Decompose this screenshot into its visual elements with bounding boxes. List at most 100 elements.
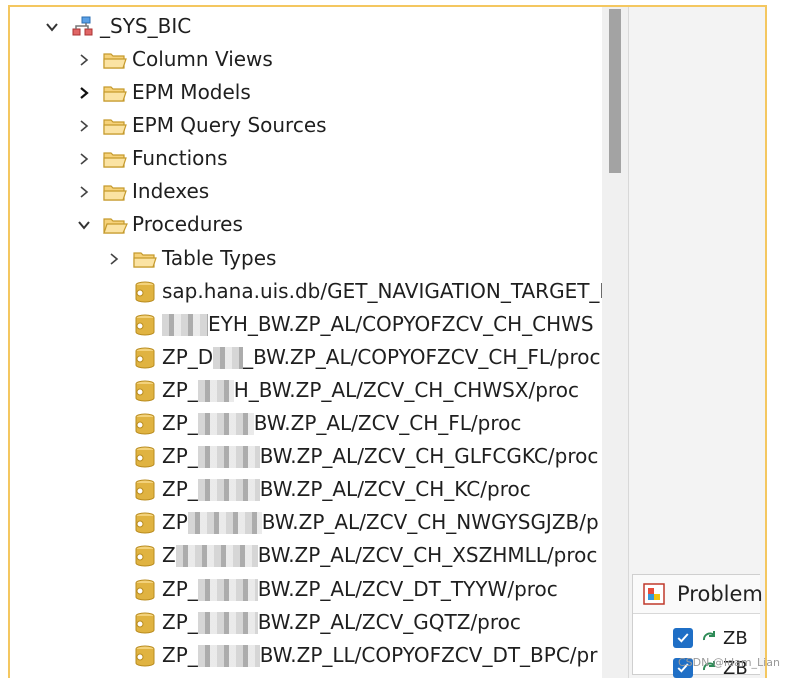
schema-icon: [70, 15, 96, 39]
redacted-text: [197, 478, 260, 501]
refresh-icon: [699, 628, 719, 648]
folder-icon: [102, 147, 128, 171]
redacted-text: [213, 346, 244, 369]
procedure-item[interactable]: ZP_ BW.ZP_AL/ZCV_CH_FL/proc: [132, 407, 521, 440]
procedure-icon: [132, 412, 158, 436]
chevron-right-icon[interactable]: [106, 251, 122, 267]
procedure-item[interactable]: sap.hana.uis.db/GET_NAVIGATION_TARGET_D: [132, 275, 602, 308]
tree-node-label: EPM Query Sources: [132, 113, 327, 137]
procedure-label-prefix: ZP_: [162, 411, 198, 435]
procedure-item[interactable]: ZP BW.ZP_AL/ZCV_CH_NWGYSGJZB/p: [132, 506, 599, 539]
folder-icon: [102, 48, 128, 72]
procedure-icon: [132, 445, 158, 469]
procedure-icon: [132, 346, 158, 370]
chevron-right-icon[interactable]: [76, 151, 92, 167]
procedure-label-prefix: ZP: [162, 510, 188, 534]
chevron-down-icon[interactable]: [76, 217, 92, 233]
procedure-label-suffix: BW.ZP_AL/ZCV_CH_GLFCGKC/proc: [259, 444, 599, 468]
procedure-label-prefix: Z: [162, 543, 176, 567]
procedure-label-suffix: BW.ZP_AL/ZCV_CH_KC/proc: [259, 477, 531, 501]
procedure-item[interactable]: ZP_ BW.ZP_AL/ZCV_CH_GLFCGKC/proc: [132, 440, 598, 473]
procedure-label-suffix: H_BW.ZP_AL/ZCV_CH_CHWSX/proc: [233, 378, 579, 402]
procedure-label-prefix: ZP_: [162, 477, 198, 501]
tree-node-procedures[interactable]: Procedures: [76, 208, 243, 241]
procedure-label-prefix: ZP_: [162, 610, 198, 634]
open-folder-icon: [102, 213, 128, 237]
procedure-label-suffix: BW.ZP_AL/ZCV_CH_FL/proc: [253, 411, 522, 435]
tree-node-epm-models[interactable]: EPM Models: [76, 76, 251, 109]
procedure-label-prefix: ZP_: [162, 643, 198, 667]
tree-node-label: Functions: [132, 146, 228, 170]
procedure-item[interactable]: ZP_D _BW.ZP_AL/COPYOFZCV_CH_FL/proc: [132, 341, 601, 374]
tree-node-root[interactable]: _SYS_BIC: [44, 10, 191, 43]
procedure-label-suffix: BW.ZP_AL/ZCV_CH_XSZHMLL/proc: [257, 543, 598, 567]
folder-icon: [102, 81, 128, 105]
redacted-text: [187, 511, 262, 534]
procedure-item[interactable]: ZP_ BW.ZP_AL/ZCV_GQTZ/proc: [132, 606, 521, 639]
chevron-right-icon[interactable]: [76, 184, 92, 200]
scrollbar-thumb[interactable]: [609, 9, 621, 173]
procedure-icon: [132, 379, 158, 403]
tree-node-label: _SYS_BIC: [100, 14, 192, 38]
procedure-label-suffix: BW.ZP_AL/ZCV_DT_TYYW/proc: [257, 577, 558, 601]
tree-node-column-views[interactable]: Column Views: [76, 43, 273, 76]
tree-node-label: EPM Models: [132, 80, 251, 104]
procedure-label: sap.hana.uis.db/GET_NAVIGATION_TARGET_D: [162, 279, 602, 303]
procedure-label-suffix: BW.ZP_AL/ZCV_GQTZ/proc: [257, 610, 521, 634]
procedure-icon: [132, 644, 158, 668]
procedure-item[interactable]: Z BW.ZP_AL/ZCV_CH_XSZHMLL/proc: [132, 539, 597, 572]
tree-node-epm-query-sources[interactable]: EPM Query Sources: [76, 109, 327, 142]
procedure-label-prefix: ZP_: [162, 444, 198, 468]
procedure-icon: [132, 511, 158, 535]
procedure-label-suffix: BW.ZP_LL/COPYOFZCV_DT_BPC/pr: [259, 643, 598, 667]
procedure-icon: [132, 578, 158, 602]
procedure-label-prefix: ZP_D: [162, 345, 214, 369]
procedure-icon: [132, 280, 158, 304]
procedure-label-suffix: _BW.ZP_AL/COPYOFZCV_CH_FL/proc: [243, 345, 601, 369]
tree-node-label: Indexes: [132, 179, 210, 203]
tree-node-table-types[interactable]: Table Types: [106, 242, 276, 275]
redacted-text: [175, 544, 258, 567]
folder-icon: [102, 180, 128, 204]
redacted-text: [197, 379, 234, 402]
tree-node-label: Procedures: [132, 212, 243, 236]
procedure-item[interactable]: EYH_BW.ZP_AL/COPYOFZCV_CH_CHWS: [132, 308, 594, 341]
problem-label: ZB: [723, 627, 748, 649]
procedure-icon: [132, 544, 158, 568]
chevron-right-icon[interactable]: [76, 118, 92, 134]
procedure-item[interactable]: ZP_ H_BW.ZP_AL/ZCV_CH_CHWSX/proc: [132, 374, 579, 407]
checkbox[interactable]: [673, 628, 693, 648]
chevron-right-icon[interactable]: [76, 52, 92, 68]
tree-node-label: Table Types: [162, 246, 277, 270]
procedure-label-suffix: BW.ZP_AL/ZCV_CH_NWGYSGJZB/p: [261, 510, 599, 534]
procedure-item[interactable]: ZP_ BW.ZP_AL/ZCV_CH_KC/proc: [132, 473, 531, 506]
tree-node-indexes[interactable]: Indexes: [76, 175, 209, 208]
problem-row[interactable]: ZB: [673, 623, 748, 653]
tree-node-label: Column Views: [132, 47, 273, 71]
redacted-text: [197, 445, 260, 468]
problems-icon: [641, 582, 667, 606]
watermark: CSDN @Idam_Lian: [678, 656, 780, 669]
procedure-icon: [132, 313, 158, 337]
procedure-icon: [132, 478, 158, 502]
procedure-label-suffix: EYH_BW.ZP_AL/COPYOFZCV_CH_CHWS: [208, 312, 594, 336]
tree-node-functions[interactable]: Functions: [76, 142, 228, 175]
chevron-right-icon[interactable]: [76, 85, 92, 101]
redacted-text: [197, 412, 254, 435]
tab-problems[interactable]: Problem: [633, 575, 763, 614]
chevron-down-icon[interactable]: [44, 19, 60, 35]
catalog-tree: _SYS_BIC Column Views EPM Models EPM Que…: [10, 7, 602, 678]
redacted-text: [197, 611, 258, 634]
folder-icon: [102, 114, 128, 138]
procedure-icon: [132, 611, 158, 635]
redacted-text: [197, 644, 260, 667]
folder-icon: [132, 247, 158, 271]
procedure-label-prefix: ZP_: [162, 378, 198, 402]
procedure-item[interactable]: ZP_ BW.ZP_AL/ZCV_DT_TYYW/proc: [132, 573, 558, 606]
redacted-text: [162, 313, 208, 336]
tab-problems-label: Problem: [677, 582, 763, 606]
redacted-text: [197, 578, 258, 601]
vertical-scrollbar[interactable]: [602, 7, 628, 678]
procedure-item[interactable]: ZP_ BW.ZP_LL/COPYOFZCV_DT_BPC/pr: [132, 639, 597, 672]
procedure-label-prefix: ZP_: [162, 577, 198, 601]
